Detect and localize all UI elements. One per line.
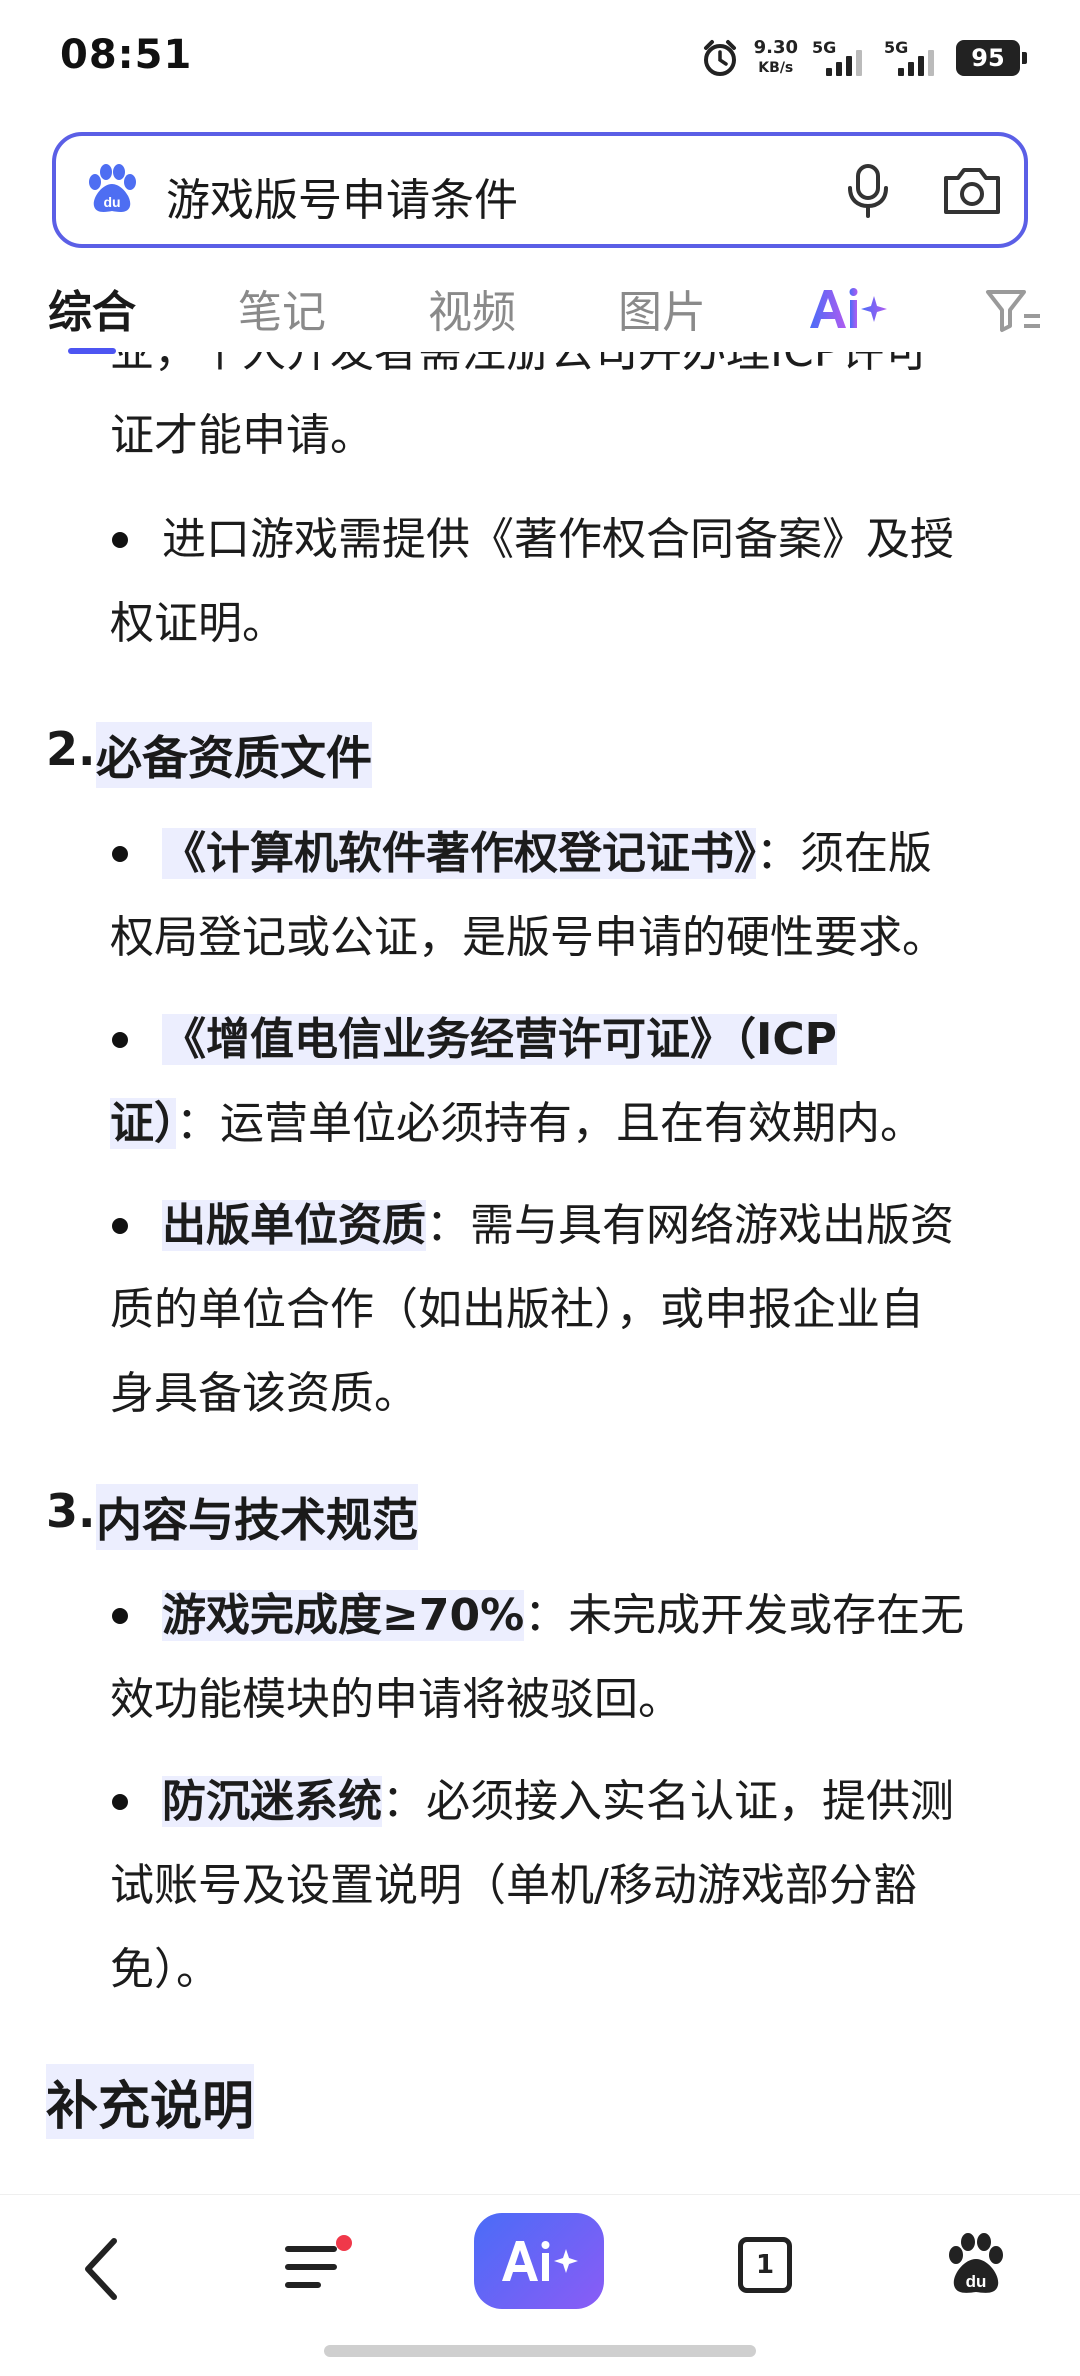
status-bar: 08:51 9.30 KB/s 5G 5G 95 — [0, 0, 1080, 120]
bullet-completion-line2: 效功能模块的申请将被驳回。 — [110, 1674, 682, 1725]
bullet-import-line2: 权证明。 — [110, 598, 286, 649]
signal-sim1: 5G — [812, 38, 870, 78]
bullet-dot — [112, 846, 128, 862]
menu-icon[interactable] — [282, 2235, 356, 2299]
baidu-logo-icon: du — [89, 164, 136, 212]
bullet-publisher-line3: 身具备该资质。 — [110, 1368, 418, 1419]
paragraph-line: 业，个人开发者需注册公司并办理ICP许可 — [110, 352, 928, 394]
ai-tab-icon[interactable] — [806, 284, 888, 334]
signal-sim2: 5G — [884, 38, 942, 78]
icp-title-part1: 《增值电信业务经营许可证》（ICP — [162, 1014, 837, 1065]
speed-unit: KB/s — [758, 60, 794, 76]
bullet-cert-line2: 权局登记或公证，是版号申请的硬性要求。 — [110, 912, 946, 963]
publisher-rest: ：需与具有网络游戏出版资 — [426, 1200, 954, 1251]
filter-icon[interactable] — [984, 286, 1042, 334]
back-icon[interactable] — [78, 2235, 126, 2303]
battery-indicator: 95 — [956, 40, 1027, 76]
svg-text:du: du — [103, 194, 120, 210]
network-speed: 9.30 KB/s — [754, 38, 798, 78]
completion-rest: ：未完成开发或存在无 — [524, 1590, 965, 1641]
tab-videos[interactable]: 视频 — [428, 276, 516, 340]
bullet-anti-addiction-line2: 试账号及设置说明（单机/移动游戏部分豁 — [110, 1860, 917, 1911]
bullet-dot — [112, 532, 128, 548]
bullet-completion-line1: 游戏完成度≥70%：未完成开发或存在无 — [162, 1574, 964, 1658]
icp-rest: ：运营单位必须持有，且在有效期内。 — [176, 1098, 924, 1149]
tab-notes[interactable]: 笔记 — [238, 276, 326, 340]
bullet-dot — [112, 1032, 128, 1048]
anti-addiction-title: 防沉迷系统 — [162, 1776, 382, 1827]
alarm-icon — [703, 40, 736, 76]
bullet-import-line1: 进口游戏需提供《著作权合同备案》及授 — [162, 514, 954, 565]
microphone-icon[interactable] — [836, 158, 900, 222]
search-bar[interactable]: du 游戏版号申请条件 — [52, 132, 1028, 248]
speed-value: 9.30 — [753, 37, 798, 58]
paragraph-line: 证才能申请。 — [110, 410, 374, 461]
home-indicator — [324, 2345, 756, 2357]
ai-icon — [502, 2241, 578, 2281]
bullet-anti-addiction-line3: 免）。 — [110, 1944, 220, 1995]
cert-rest: ：须在版 — [756, 828, 932, 879]
bullet-anti-addiction-line1: 防沉迷系统：必须接入实名认证，提供测 — [162, 1760, 954, 1844]
section-3-number: 3. — [46, 1484, 96, 1538]
ai-answer-content: 业，个人开发者需注册公司并办理ICP许可 证才能申请。 进口游戏需提供《著作权合… — [0, 352, 1080, 2194]
supplementary-heading: 补充说明 — [46, 2064, 255, 2139]
signal-bars-icon — [898, 50, 934, 76]
section-3-title: 内容与技术规范 — [96, 1484, 418, 1550]
status-time: 08:51 — [60, 32, 193, 78]
ai-assistant-button[interactable] — [474, 2213, 604, 2309]
camera-icon[interactable] — [936, 158, 1008, 222]
bullet-publisher-line2: 质的单位合作（如出版社），或申报企业自 — [110, 1284, 924, 1335]
bullet-dot — [112, 1608, 128, 1624]
bullet-cert-line1: 《计算机软件著作权登记证书》：须在版 — [162, 812, 932, 896]
tabs-count-button[interactable]: 1 — [738, 2237, 792, 2293]
bullet-icp-line1: 《增值电信业务经营许可证》（ICP — [162, 998, 837, 1082]
baidu-home-icon[interactable]: du — [944, 2231, 1008, 2299]
publisher-title: 出版单位资质 — [162, 1200, 426, 1251]
bullet-icp-line2: 证）：运营单位必须持有，且在有效期内。 — [110, 1082, 924, 1166]
bullet-dot — [112, 1218, 128, 1234]
bottom-nav-bar: 1 du — [0, 2194, 1080, 2376]
tab-images[interactable]: 图片 — [618, 276, 706, 340]
section-2-number: 2. — [46, 722, 96, 776]
bullet-publisher-line1: 出版单位资质：需与具有网络游戏出版资 — [162, 1184, 954, 1268]
completion-title: 游戏完成度≥70% — [162, 1590, 525, 1641]
status-icons: 9.30 KB/s 5G 5G 95 — [700, 36, 1027, 80]
bullet-dot — [112, 1794, 128, 1810]
search-input[interactable]: 游戏版号申请条件 — [166, 164, 518, 228]
section-2-title: 必备资质文件 — [96, 722, 372, 788]
search-tabs: 综合 笔记 视频 图片 — [0, 262, 1080, 354]
cert-title: 《计算机软件著作权登记证书》 — [162, 828, 756, 879]
signal-bars-icon — [826, 50, 862, 76]
icp-title-part2: 证） — [110, 1098, 176, 1149]
svg-text:du: du — [966, 2272, 987, 2291]
anti-addiction-rest: ：必须接入实名认证，提供测 — [382, 1776, 954, 1827]
tab-comprehensive[interactable]: 综合 — [48, 276, 136, 340]
